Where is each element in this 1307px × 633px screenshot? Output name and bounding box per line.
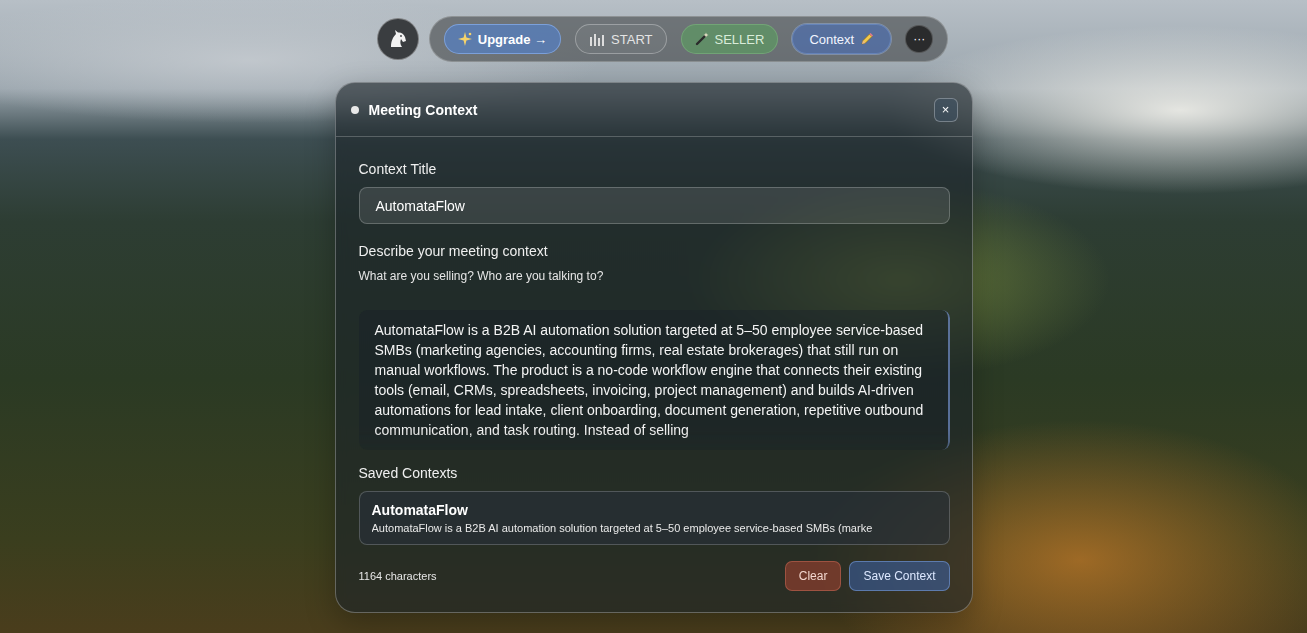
saved-context-description: AutomataFlow is a B2B AI automation solu…: [372, 521, 937, 535]
clear-button[interactable]: Clear: [785, 561, 842, 591]
mode-button[interactable]: SELLER: [681, 24, 779, 54]
meeting-context-panel: Meeting Context × Context Title AutomataFlo…: [335, 82, 973, 613]
character-count: 1164 characters: [359, 570, 777, 582]
panel-body: Context Title AutomataFlow Describe your m…: [336, 137, 972, 612]
close-button[interactable]: ×: [934, 98, 958, 122]
field-label: Context Title: [359, 161, 950, 177]
toolbar-label: Upgrade →: [478, 32, 547, 47]
context-title-input[interactable]: AutomataFlow: [359, 187, 950, 224]
upgrade-button[interactable]: Upgrade →: [444, 24, 561, 54]
saved-context-card[interactable]: AutomataFlow AutomataFlow is a B2B AI aut…: [359, 491, 950, 545]
toolbar-label: SELLER: [715, 32, 765, 47]
toolbar-label: START: [611, 32, 652, 47]
panel-footer: 1164 characters ClearSave Context: [359, 561, 950, 591]
section-label: Saved Contexts: [359, 465, 950, 481]
toolbar-label: Context: [809, 32, 854, 47]
bars-icon: [589, 32, 605, 46]
save-button[interactable]: Save Context: [849, 561, 949, 591]
start-button[interactable]: START: [575, 24, 666, 54]
more-button[interactable]: ···: [905, 25, 933, 53]
description-textarea[interactable]: AutomataFlow is a B2B AI automation solu…: [359, 310, 950, 450]
panel-title: Meeting Context: [369, 102, 924, 118]
status-dot: [351, 106, 359, 114]
saved-context-title: AutomataFlow: [372, 501, 937, 519]
horse-logo-icon: [386, 27, 410, 51]
panel-header: Meeting Context ×: [336, 83, 972, 137]
toolbar: Upgrade → START SELLER Context ···: [377, 16, 948, 62]
toolbar-bar: Upgrade → START SELLER Context ···: [429, 16, 948, 62]
saved-contexts-list: AutomataFlow AutomataFlow is a B2B AI aut…: [359, 491, 950, 545]
sparkle-icon: [458, 32, 472, 46]
pencil-icon: [860, 32, 874, 46]
field-label: Describe your meeting context: [359, 243, 950, 259]
logo-button[interactable]: [377, 18, 419, 60]
context-button[interactable]: Context: [792, 24, 891, 54]
wand-icon: [695, 32, 709, 46]
textarea-value: AutomataFlow is a B2B AI automation solu…: [375, 320, 932, 440]
field-hint: What are you selling? Who are you talkin…: [359, 269, 950, 283]
input-value: AutomataFlow: [376, 198, 465, 214]
